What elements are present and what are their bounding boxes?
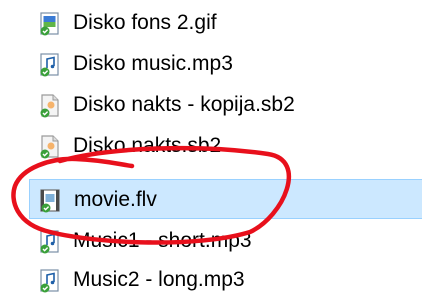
file-item-disko-nakts-sb2[interactable]: Disko nakts.sb2 — [29, 126, 422, 166]
file-name: movie.flv — [74, 188, 157, 211]
file-item-disko-fons-gif[interactable]: Disko fons 2.gif — [29, 3, 422, 43]
file-name: Disko fons 2.gif — [73, 11, 217, 34]
audio-file-icon — [37, 269, 61, 293]
file-item-disko-nakts-kopija-sb2[interactable]: Disko nakts - kopija.sb2 — [29, 85, 422, 125]
audio-file-icon — [37, 53, 61, 77]
audio-file-icon — [37, 230, 61, 254]
file-list: Disko fons 2.gif Disko music.mp3 Disko n — [0, 0, 422, 302]
file-item-music2-long-mp3[interactable]: Music2 - long.mp3 — [29, 260, 422, 300]
video-file-icon — [38, 189, 62, 213]
file-name: Music2 - long.mp3 — [73, 268, 245, 291]
file-item-movie-flv[interactable]: movie.flv — [29, 179, 422, 219]
file-item-disko-music-mp3[interactable]: Disko music.mp3 — [29, 44, 422, 84]
file-name: Disko nakts - kopija.sb2 — [73, 93, 295, 116]
scratch-file-icon — [37, 135, 61, 159]
file-name: Music1 - short.mp3 — [73, 229, 252, 252]
scratch-file-icon — [37, 94, 61, 118]
gif-image-file-icon — [37, 12, 61, 36]
file-name: Disko music.mp3 — [73, 52, 233, 75]
file-item-music1-short-mp3[interactable]: Music1 - short.mp3 — [29, 221, 422, 261]
file-name: Disko nakts.sb2 — [73, 134, 222, 157]
